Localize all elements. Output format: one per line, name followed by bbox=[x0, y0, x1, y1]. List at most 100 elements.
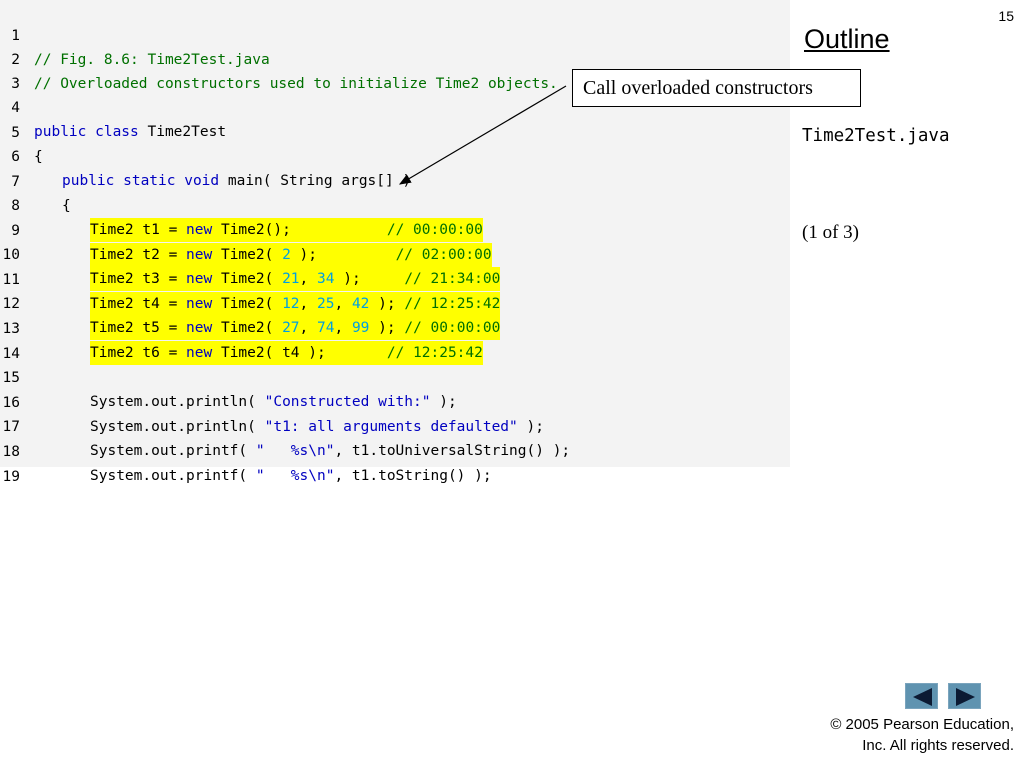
code-text-segment: Time2 t2 = bbox=[90, 247, 187, 263]
code-text-segment: Time2 t5 = bbox=[90, 320, 187, 336]
code-number: 25 bbox=[317, 296, 335, 312]
code-keyword: public static void bbox=[62, 173, 220, 189]
code-keyword: new bbox=[186, 271, 213, 287]
line-number: 19 bbox=[2, 469, 20, 485]
code-line-highlighted: 11 Time2 t4 = new Time2( 12, 25, 42 ); /… bbox=[0, 244, 501, 316]
code-comment: // 02:00:00 bbox=[395, 247, 492, 263]
highlighted-code: Time2 t5 = new Time2( 27, 74, 99 ); // 0… bbox=[90, 316, 501, 340]
code-keyword: new bbox=[186, 345, 213, 361]
code-text-segment: , bbox=[299, 296, 318, 312]
callout-box: Call overloaded constructors bbox=[572, 69, 861, 107]
code-text: public class Time2Test bbox=[34, 120, 226, 144]
code-line-highlighted: 12 Time2 t5 = new Time2( 27, 74, 99 ); /… bbox=[0, 268, 501, 340]
code-text: public static void main( String args[] ) bbox=[62, 169, 411, 193]
highlighted-code: Time2 t4 = new Time2( 12, 25, 42 ); // 1… bbox=[90, 292, 501, 316]
page-number: 15 bbox=[998, 8, 1014, 24]
code-comment: // 00:00:00 bbox=[386, 222, 483, 238]
code-text-segment: System.out.println( bbox=[90, 394, 265, 410]
previous-slide-button[interactable] bbox=[905, 683, 938, 709]
code-text: { bbox=[34, 149, 43, 165]
code-text-segment: , t1.toString() ); bbox=[334, 468, 492, 484]
code-number: 42 bbox=[351, 296, 370, 312]
highlighted-code: Time2 t3 = new Time2( 21, 34 ); // 21:34… bbox=[90, 267, 501, 291]
code-number: 34 bbox=[317, 271, 335, 287]
code-comment: // 00:00:00 bbox=[404, 320, 501, 336]
copyright-line: © 2005 Pearson Education, bbox=[830, 716, 1014, 733]
slide-part-label: (1 of 3) bbox=[802, 222, 859, 243]
code-line: 1 // Fig. 8.6: Time2Test.java bbox=[0, 0, 269, 68]
code-line-highlighted: 9 Time2 t2 = new Time2( 2 ); // 02:00:00 bbox=[0, 195, 492, 267]
code-line: 4 public class Time2Test bbox=[0, 72, 226, 140]
code-text-segment: , bbox=[299, 271, 318, 287]
code-line: 16 System.out.println( "t1: all argument… bbox=[0, 367, 544, 435]
code-line: 7 { bbox=[0, 146, 70, 214]
code-line-highlighted: 8 Time2 t1 = new Time2(); // 00:00:00 bbox=[0, 170, 483, 242]
outline-link[interactable]: Outline bbox=[804, 24, 890, 55]
code-keyword: new bbox=[186, 320, 213, 336]
code-text-segment: System.out.printf( bbox=[90, 443, 256, 459]
code-comment: // 12:25:42 bbox=[404, 296, 501, 312]
code-comment: // 21:34:00 bbox=[404, 271, 501, 287]
code-text-segment: Time2 t6 = bbox=[90, 345, 187, 361]
code-text: System.out.printf( " %s\n", t1.toUnivers… bbox=[90, 439, 570, 463]
code-number: 12 bbox=[282, 296, 300, 312]
code-number: 74 bbox=[317, 320, 335, 336]
code-number: 27 bbox=[282, 320, 300, 336]
code-text-segment: , bbox=[334, 320, 352, 336]
code-line-highlighted: 13 Time2 t6 = new Time2( t4 ); // 12:25:… bbox=[0, 293, 483, 365]
code-line: 2 // Overloaded constructors used to ini… bbox=[0, 24, 558, 92]
code-text-segment: Time2( bbox=[212, 271, 283, 287]
code-line: 14 bbox=[0, 318, 35, 362]
code-text: { bbox=[62, 198, 71, 214]
code-string: "t1: all arguments defaulted" bbox=[264, 419, 518, 435]
code-text-segment: , bbox=[299, 320, 318, 336]
code-text-segment: Time2( bbox=[212, 296, 283, 312]
code-text-segment: main( String args[] ) bbox=[219, 173, 412, 189]
code-number: 2 bbox=[282, 247, 291, 263]
code-keyword: new bbox=[186, 222, 213, 238]
code-string: " %s\n" bbox=[255, 468, 335, 484]
next-slide-button[interactable] bbox=[948, 683, 981, 709]
code-text-segment: ); bbox=[369, 320, 405, 336]
code-text-segment: Time2 t4 = bbox=[90, 296, 187, 312]
code-text: System.out.printf( " %s\n", t1.toString(… bbox=[90, 464, 492, 488]
code-text-segment: ); bbox=[290, 247, 396, 263]
code-text-segment: Time2( bbox=[212, 320, 283, 336]
code-text-segment: , bbox=[334, 296, 352, 312]
code-string: "Constructed with:" bbox=[264, 394, 431, 410]
code-text-segment: , t1.toUniversalString() ); bbox=[334, 443, 571, 459]
copyright-line: Inc. All rights reserved. bbox=[862, 737, 1014, 754]
file-title: Time2Test.java bbox=[802, 126, 950, 146]
code-line: 15 System.out.println( "Constructed with… bbox=[0, 342, 457, 410]
code-text-segment: Time2Test bbox=[138, 124, 227, 140]
code-line: 3 bbox=[0, 48, 35, 92]
code-text-segment: Time2( t4 ); bbox=[212, 345, 387, 361]
code-text-segment: ); bbox=[369, 296, 405, 312]
code-text: System.out.println( "Constructed with:" … bbox=[90, 390, 457, 414]
code-text-segment: System.out.printf( bbox=[90, 468, 256, 484]
code-keyword: public class bbox=[34, 124, 139, 140]
code-text-segment: System.out.println( bbox=[90, 419, 265, 435]
code-text-segment: ); bbox=[430, 394, 457, 410]
code-number: 99 bbox=[351, 320, 370, 336]
code-line: 18 System.out.printf( " %s\n", t1.toStri… bbox=[0, 416, 492, 484]
code-line: 17 System.out.printf( " %s\n", t1.toUniv… bbox=[0, 391, 571, 459]
highlighted-code: Time2 t2 = new Time2( 2 ); // 02:00:00 bbox=[90, 243, 492, 267]
code-comment: // Fig. 8.6: Time2Test.java bbox=[34, 52, 270, 68]
code-text-segment: Time2(); bbox=[212, 222, 387, 238]
code-number: 21 bbox=[282, 271, 300, 287]
triangle-left-icon bbox=[913, 688, 932, 706]
highlighted-code: Time2 t6 = new Time2( t4 ); // 12:25:42 bbox=[90, 341, 483, 365]
code-text-segment: ); bbox=[334, 271, 405, 287]
triangle-right-icon bbox=[956, 688, 975, 706]
code-line: 19 bbox=[0, 441, 35, 485]
code-text-segment: ); bbox=[517, 419, 544, 435]
code-text: System.out.println( "t1: all arguments d… bbox=[90, 415, 544, 439]
code-keyword: new bbox=[186, 296, 213, 312]
code-string: " %s\n" bbox=[255, 443, 335, 459]
code-text-segment: Time2 t1 = bbox=[90, 222, 187, 238]
highlighted-code: Time2 t1 = new Time2(); // 00:00:00 bbox=[90, 218, 483, 242]
code-line-highlighted: 10 Time2 t3 = new Time2( 21, 34 ); // 21… bbox=[0, 219, 501, 291]
code-comment: // Overloaded constructors used to initi… bbox=[34, 76, 558, 92]
code-line: 5 { bbox=[0, 97, 42, 165]
